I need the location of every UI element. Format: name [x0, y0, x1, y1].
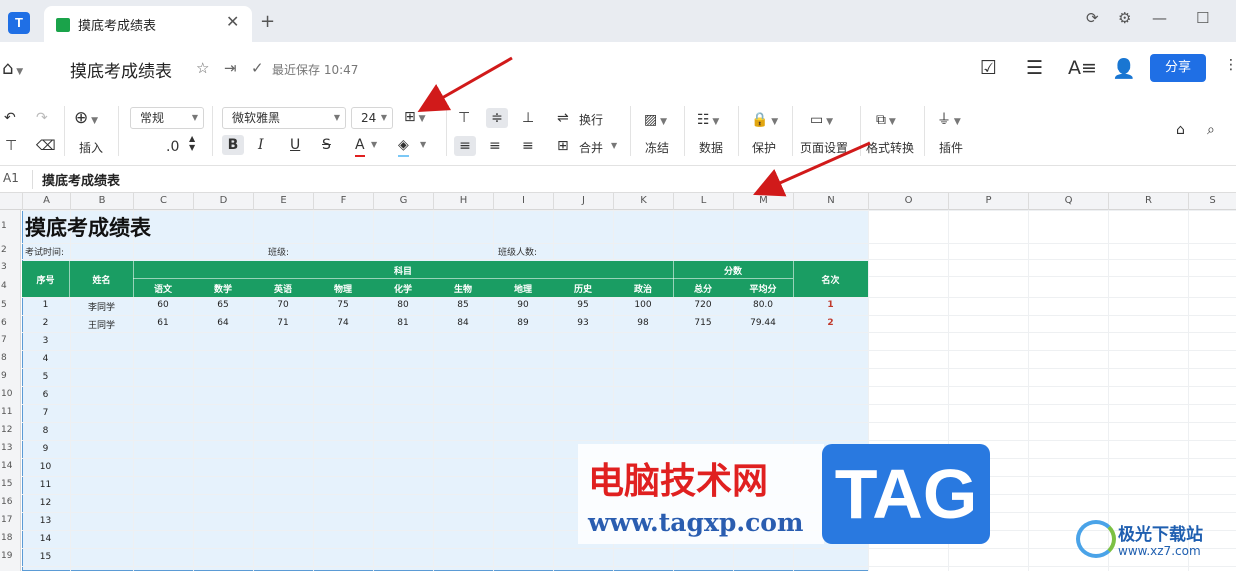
watermark-site-name: 极光下载站 [1118, 525, 1203, 545]
arrow-to-column-m [753, 141, 871, 197]
watermark-logo-icon [1076, 520, 1116, 558]
watermark-url: www.tagxp.com [588, 508, 804, 537]
watermark-tag-logo: TAG [822, 444, 990, 544]
arrow-to-border-icon [417, 56, 513, 112]
watermark-text: 电脑技术网 [588, 461, 769, 502]
app-window: T 摸底考成绩表 ✕ + ⟳ ⚙ — ☐ ⌂ ▼ 摸底考成绩表 ☆ ⇥ ✓ 最近… [0, 0, 1236, 571]
watermark-site-url: www.xz7.com [1118, 544, 1201, 558]
